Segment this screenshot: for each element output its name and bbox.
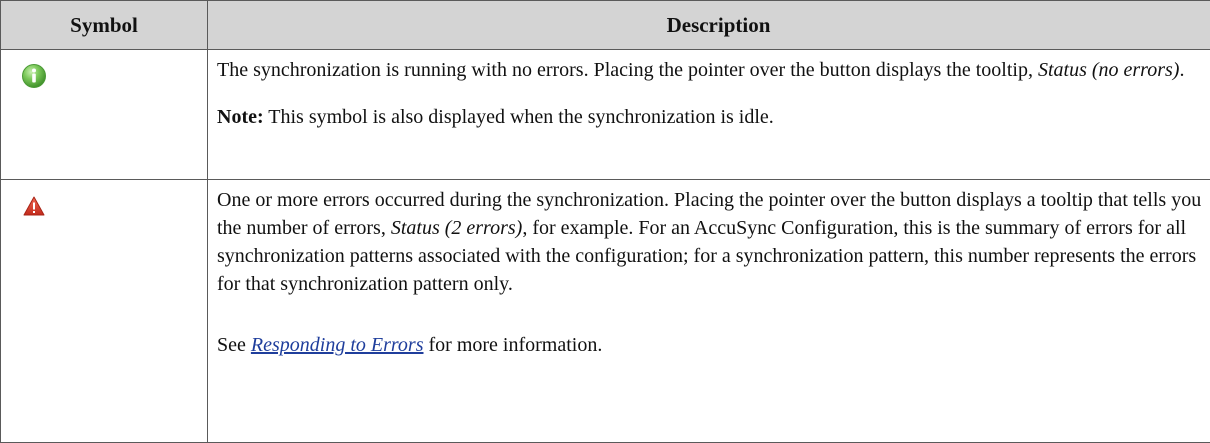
symbol-column-header: Symbol xyxy=(1,1,208,50)
note-paragraph: Note: This symbol is also displayed when… xyxy=(217,103,1210,131)
description-cell: One or more errors occurred during the s… xyxy=(208,180,1210,443)
symbol-cell xyxy=(1,180,208,443)
symbol-cell xyxy=(1,50,208,180)
description-cell: The synchronization is running with no e… xyxy=(208,50,1210,180)
responding-to-errors-link[interactable]: Responding to Errors xyxy=(251,334,424,356)
tooltip-text: Status (no errors) xyxy=(1038,59,1179,81)
tooltip-text: Status (2 errors) xyxy=(391,217,522,239)
table-row: One or more errors occurred during the s… xyxy=(1,180,1210,443)
info-icon xyxy=(21,63,47,89)
description-column-header: Description xyxy=(208,1,1210,50)
description-paragraph: One or more errors occurred during the s… xyxy=(217,186,1210,298)
warning-icon xyxy=(23,196,45,216)
note-label: Note: xyxy=(217,106,264,128)
symbol-description-table: Symbol Description xyxy=(0,0,1210,443)
table-row: The synchronization is running with no e… xyxy=(1,50,1210,180)
description-paragraph: The synchronization is running with no e… xyxy=(217,56,1210,84)
header-row: Symbol Description xyxy=(1,1,1210,50)
see-also-paragraph: See Responding to Errors for more inform… xyxy=(217,331,1210,359)
